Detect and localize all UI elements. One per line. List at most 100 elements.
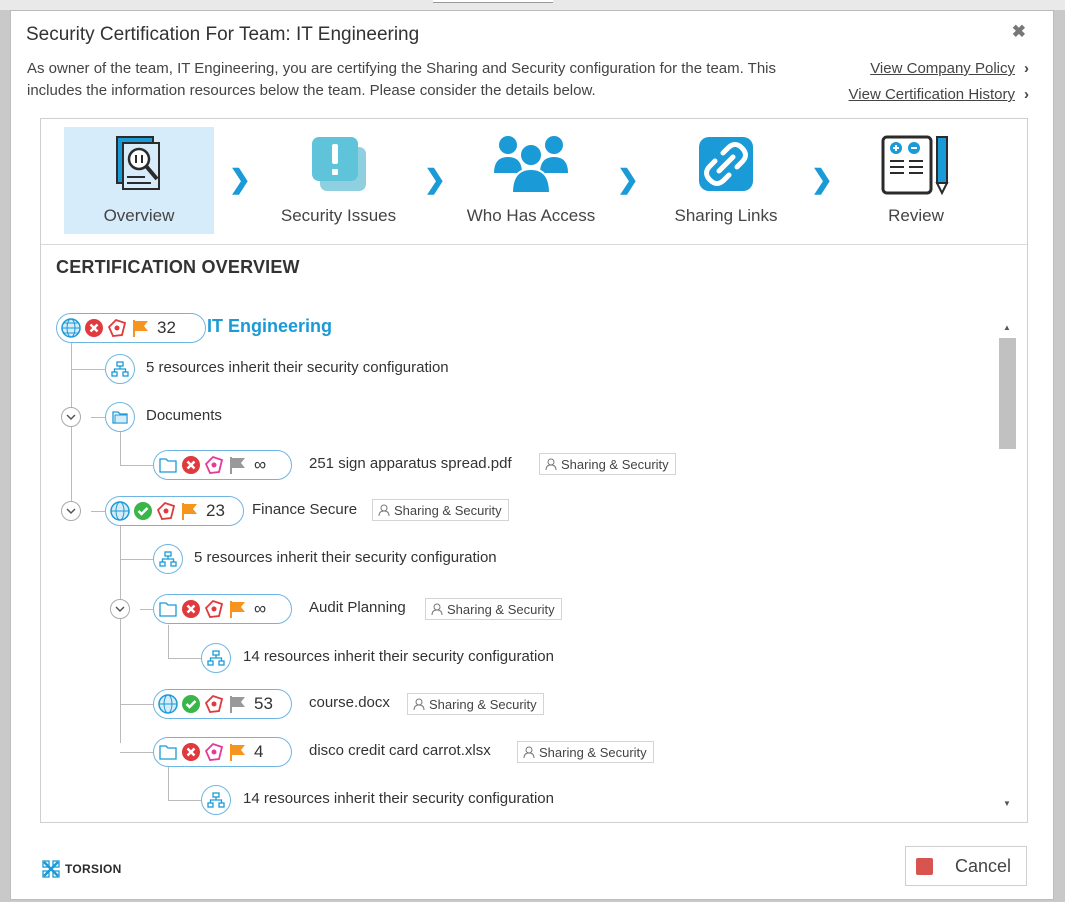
user-icon (413, 698, 425, 710)
globe-icon (158, 694, 178, 714)
chevron-right-icon: ❯ (617, 164, 639, 194)
sharing-security-label: Sharing & Security (429, 696, 537, 712)
chevron-down-icon[interactable] (61, 407, 81, 427)
document-magnifier-icon (111, 133, 167, 198)
sharing-security-label: Sharing & Security (394, 502, 502, 518)
user-icon (523, 746, 535, 758)
status-badge[interactable]: 53 (153, 689, 292, 719)
stop-icon (916, 857, 933, 875)
error-x-icon (181, 742, 201, 762)
file-name[interactable]: disco credit card carrot.xlsx (309, 742, 491, 759)
intro-text: As owner of the team, IT Engineering, yo… (27, 60, 777, 99)
inherit-text: 5 resources inherit their security confi… (194, 549, 497, 566)
folder-name[interactable]: Documents (146, 407, 222, 424)
folder-icon (158, 455, 178, 475)
hierarchy-icon (201, 785, 231, 815)
sharing-security-label: Sharing & Security (561, 456, 669, 472)
tag-icon (156, 501, 176, 521)
tag-icon (204, 455, 224, 475)
dialog-title: Security Certification For Team: IT Engi… (26, 24, 420, 45)
wizard-steps: Overview ❯ Security Issues ❯ Who Has Acc… (41, 119, 1027, 245)
view-certification-history-label: View Certification History (848, 86, 1015, 103)
step-label: Overview (103, 206, 175, 225)
folder-icon (158, 599, 178, 619)
tag-icon (204, 742, 224, 762)
folder-icon (105, 402, 135, 432)
flag-icon (130, 318, 150, 338)
file-name[interactable]: 251 sign apparatus spread.pdf (309, 455, 512, 472)
sharing-security-label: Sharing & Security (539, 744, 647, 760)
user-icon (378, 504, 390, 516)
inherit-text: 14 resources inherit their security conf… (243, 648, 554, 665)
error-x-icon (181, 455, 201, 475)
file-name[interactable]: course.docx (309, 694, 390, 711)
resource-count: 32 (157, 318, 176, 337)
resource-tree: 32 IT Engineering 5 resources inherit th… (41, 299, 999, 819)
user-icon (545, 458, 557, 470)
cancel-label: Cancel (955, 855, 1012, 876)
scroll-up-icon[interactable]: ▲ (1003, 323, 1011, 332)
hierarchy-icon (201, 643, 231, 673)
close-icon[interactable]: ✖ (1012, 22, 1026, 42)
scroll-down-icon[interactable]: ▼ (1003, 799, 1011, 808)
folder-icon (158, 742, 178, 762)
window-tab (433, 0, 553, 3)
resource-count: ∞ (254, 455, 267, 474)
hierarchy-icon (105, 354, 135, 384)
content-panel: Overview ❯ Security Issues ❯ Who Has Acc… (40, 118, 1028, 823)
window-top-strip (0, 0, 1065, 10)
inherit-text: 5 resources inherit their security confi… (146, 359, 449, 376)
flag-icon (227, 599, 247, 619)
resource-count: 53 (254, 694, 273, 713)
step-who-has-access[interactable]: Who Has Access (456, 127, 606, 234)
cancel-button[interactable]: Cancel (905, 846, 1027, 886)
view-certification-history-link[interactable]: View Certification History › (849, 86, 1029, 103)
error-x-icon (181, 599, 201, 619)
sharing-security-button[interactable]: Sharing & Security (425, 598, 562, 620)
user-icon (431, 603, 443, 615)
sharing-security-button[interactable]: Sharing & Security (407, 693, 544, 715)
chevron-down-icon[interactable] (110, 599, 130, 619)
step-review[interactable]: Review (841, 127, 991, 234)
brand-name: TORSION (65, 862, 122, 876)
tree-scrollbar[interactable]: ▲ ▼ (999, 299, 1016, 819)
sharing-security-button[interactable]: Sharing & Security (539, 453, 676, 475)
torsion-logo-icon (42, 860, 60, 878)
flag-icon (227, 694, 247, 714)
view-company-policy-link[interactable]: View Company Policy › (870, 60, 1029, 77)
step-label: Sharing Links (674, 206, 778, 225)
hierarchy-icon (153, 544, 183, 574)
chevron-right-icon: ❯ (811, 164, 833, 194)
torsion-logo: TORSION (41, 859, 122, 879)
step-security-issues[interactable]: Security Issues (266, 127, 411, 234)
team-name[interactable]: IT Engineering (207, 316, 332, 337)
status-badge[interactable]: ∞ (153, 594, 292, 624)
resource-count: 4 (254, 742, 264, 761)
folder-name[interactable]: Audit Planning (309, 599, 406, 616)
status-badge[interactable]: 23 (105, 496, 244, 526)
scrollbar-thumb[interactable] (999, 338, 1016, 449)
tag-icon (107, 318, 127, 338)
status-badge[interactable]: 4 (153, 737, 292, 767)
status-badge[interactable]: 32 (56, 313, 206, 343)
globe-icon (61, 318, 81, 338)
link-icon (695, 133, 757, 200)
step-sharing-links[interactable]: Sharing Links (651, 127, 801, 234)
people-icon (492, 133, 570, 200)
sharing-security-button[interactable]: Sharing & Security (517, 741, 654, 763)
step-label: Security Issues (280, 206, 397, 225)
globe-icon (110, 501, 130, 521)
resource-count: ∞ (254, 599, 267, 618)
tag-icon (204, 694, 224, 714)
alert-icon (306, 133, 372, 200)
view-company-policy-label: View Company Policy (870, 60, 1015, 77)
certification-dialog: Security Certification For Team: IT Engi… (10, 10, 1054, 900)
tag-icon (204, 599, 224, 619)
step-overview[interactable]: Overview (64, 127, 214, 234)
sharing-security-button[interactable]: Sharing & Security (372, 499, 509, 521)
error-x-icon (84, 318, 104, 338)
site-name[interactable]: Finance Secure (252, 501, 357, 518)
sharing-security-label: Sharing & Security (447, 601, 555, 617)
chevron-down-icon[interactable] (61, 501, 81, 521)
status-badge[interactable]: ∞ (153, 450, 292, 480)
